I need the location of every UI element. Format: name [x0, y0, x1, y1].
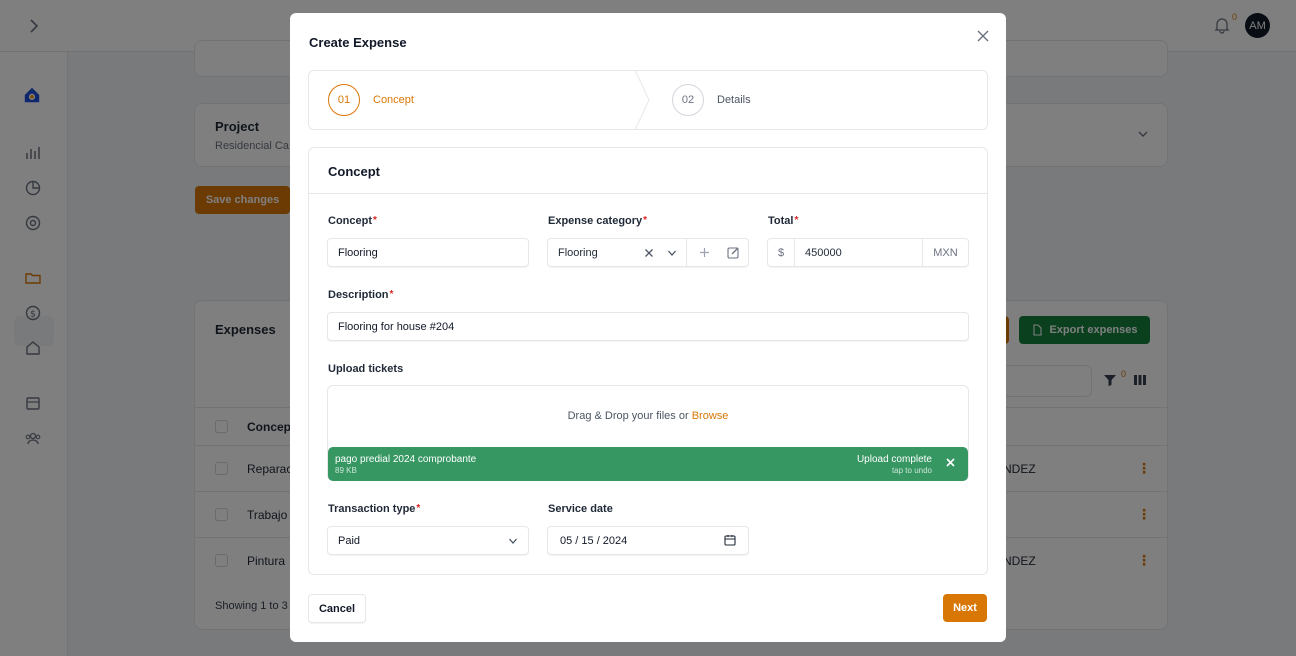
uploaded-file-item: pago predial 2024 comprobante 89 KB Uplo…: [328, 447, 968, 481]
concept-input[interactable]: Flooring: [327, 238, 529, 267]
total-input-group: $ 450000 MXN: [767, 238, 969, 267]
step-number: 02: [672, 84, 704, 116]
next-button[interactable]: Next: [943, 594, 987, 622]
file-name: pago predial 2024 comprobante: [335, 454, 477, 465]
total-input[interactable]: 450000: [795, 239, 922, 266]
description-label: Description*: [328, 289, 394, 301]
cancel-button[interactable]: Cancel: [308, 594, 366, 623]
transaction-type-label: Transaction type*: [328, 503, 421, 515]
chevron-down-icon: [508, 536, 518, 549]
category-value: Flooring: [558, 246, 598, 259]
upload-tickets-label: Upload tickets: [328, 363, 404, 375]
browse-link[interactable]: Browse: [692, 410, 729, 422]
service-date-value: 05 / 15 / 2024: [560, 534, 628, 547]
step-concept[interactable]: 01 Concept: [328, 71, 414, 129]
step-number: 01: [328, 84, 360, 116]
transaction-type-value: Paid: [338, 534, 361, 547]
upload-status: Upload complete: [856, 454, 932, 465]
stepper: 01 Concept 02 Details: [308, 70, 988, 130]
step-label: Details: [717, 94, 751, 106]
close-icon[interactable]: [975, 28, 991, 44]
expense-category-label: Expense category*: [548, 215, 648, 227]
description-input[interactable]: Flooring for house #204: [327, 312, 969, 341]
calendar-icon[interactable]: [724, 534, 736, 549]
section-title: Concept: [328, 164, 380, 179]
edit-icon[interactable]: [721, 239, 746, 266]
remove-file-icon[interactable]: [946, 458, 955, 470]
file-dropzone[interactable]: Drag & Drop your files or Browse pago pr…: [327, 385, 969, 481]
service-date-label: Service date: [548, 503, 613, 515]
modal-title: Create Expense: [309, 35, 407, 50]
concept-section: Concept Concept* Flooring Expense catego…: [308, 147, 988, 575]
expense-category-select[interactable]: Flooring: [547, 238, 749, 267]
currency-prefix: $: [768, 239, 795, 266]
plus-icon[interactable]: [687, 239, 721, 266]
clear-icon[interactable]: [640, 239, 658, 266]
currency-code: MXN: [922, 239, 968, 266]
create-expense-modal: Create Expense 01 Concept 02 Details Con…: [290, 13, 1006, 642]
step-label: Concept: [373, 94, 414, 106]
step-separator: [635, 71, 650, 129]
transaction-type-select[interactable]: Paid: [327, 526, 529, 555]
file-size: 89 KB: [335, 466, 357, 475]
undo-link[interactable]: tap to undo: [892, 466, 932, 475]
total-label: Total*: [768, 215, 799, 227]
chevron-down-icon[interactable]: [658, 239, 686, 266]
dropzone-text: Drag & Drop your files or Browse: [567, 410, 729, 422]
step-details[interactable]: 02 Details: [672, 71, 751, 129]
service-date-input[interactable]: 05 / 15 / 2024: [547, 526, 749, 555]
concept-label: Concept*: [328, 215, 377, 227]
section-header: Concept: [309, 148, 987, 194]
